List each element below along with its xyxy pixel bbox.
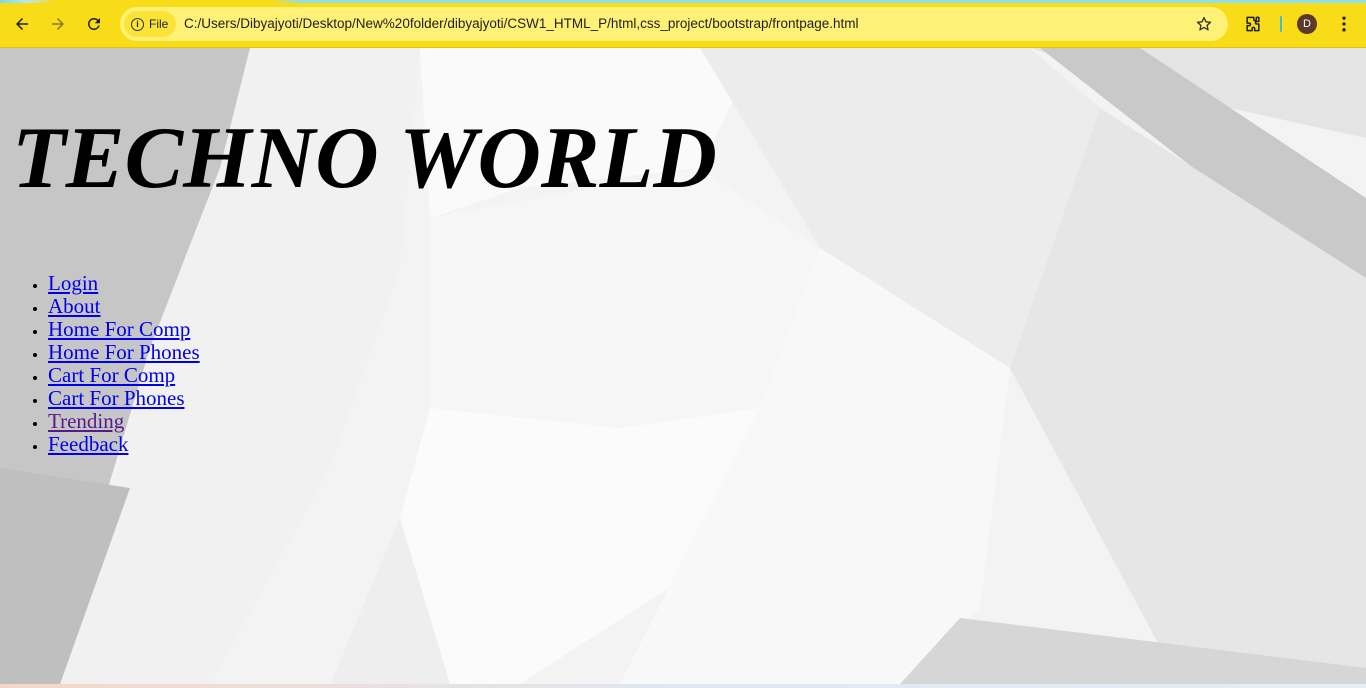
kebab-menu-icon <box>1342 16 1346 32</box>
toolbar-divider <box>1280 16 1282 32</box>
nav-item-home-for-comp: Home For Comp <box>48 318 200 341</box>
reload-icon <box>87 17 100 30</box>
login-link[interactable]: Login <box>48 271 98 295</box>
extensions-button[interactable] <box>1241 12 1265 36</box>
forward-arrow-icon <box>52 18 64 30</box>
tab-strip-edge <box>0 0 1366 3</box>
browser-toolbar: i File C:/Users/Dibyajyoti/Desktop/New%2… <box>0 0 1366 48</box>
nav-links: Login About Home For Comp Home For Phone… <box>48 272 200 456</box>
home-for-comp-link[interactable]: Home For Comp <box>48 317 190 341</box>
nav-item-cart-for-phones: Cart For Phones <box>48 387 200 410</box>
extensions-icon <box>1246 16 1260 32</box>
nav-item-trending: Trending <box>48 410 200 433</box>
star-icon <box>1196 16 1212 31</box>
forward-button[interactable] <box>43 9 73 39</box>
profile-avatar[interactable]: D <box>1297 14 1317 34</box>
cart-for-phones-link[interactable]: Cart For Phones <box>48 386 185 410</box>
page-viewport: TECHNO WORLD Login About Home For Comp H… <box>0 48 1366 684</box>
about-link[interactable]: About <box>48 294 101 318</box>
window-bottom-edge <box>0 684 1366 688</box>
nav-item-feedback: Feedback <box>48 433 200 456</box>
home-for-phones-link[interactable]: Home For Phones <box>48 340 200 364</box>
reload-button[interactable] <box>79 9 109 39</box>
bookmark-button[interactable] <box>1194 14 1214 34</box>
url-text[interactable]: C:/Users/Dibyajyoti/Desktop/New%20folder… <box>184 16 859 31</box>
nav-item-login: Login <box>48 272 200 295</box>
nav-item-home-for-phones: Home For Phones <box>48 341 200 364</box>
trending-link[interactable]: Trending <box>48 409 124 433</box>
nav-item-cart-for-comp: Cart For Comp <box>48 364 200 387</box>
back-button[interactable] <box>7 9 37 39</box>
feedback-link[interactable]: Feedback <box>48 432 128 456</box>
browser-menu-button[interactable] <box>1332 12 1356 36</box>
site-info-chip[interactable]: i File <box>124 11 176 37</box>
address-bar[interactable]: i File C:/Users/Dibyajyoti/Desktop/New%2… <box>120 7 1228 41</box>
back-arrow-icon <box>16 18 28 30</box>
cart-for-comp-link[interactable]: Cart For Comp <box>48 363 175 387</box>
page-title: TECHNO WORLD <box>12 110 717 207</box>
info-icon: i <box>131 17 144 31</box>
nav-item-about: About <box>48 295 200 318</box>
site-chip-label: File <box>149 17 169 31</box>
